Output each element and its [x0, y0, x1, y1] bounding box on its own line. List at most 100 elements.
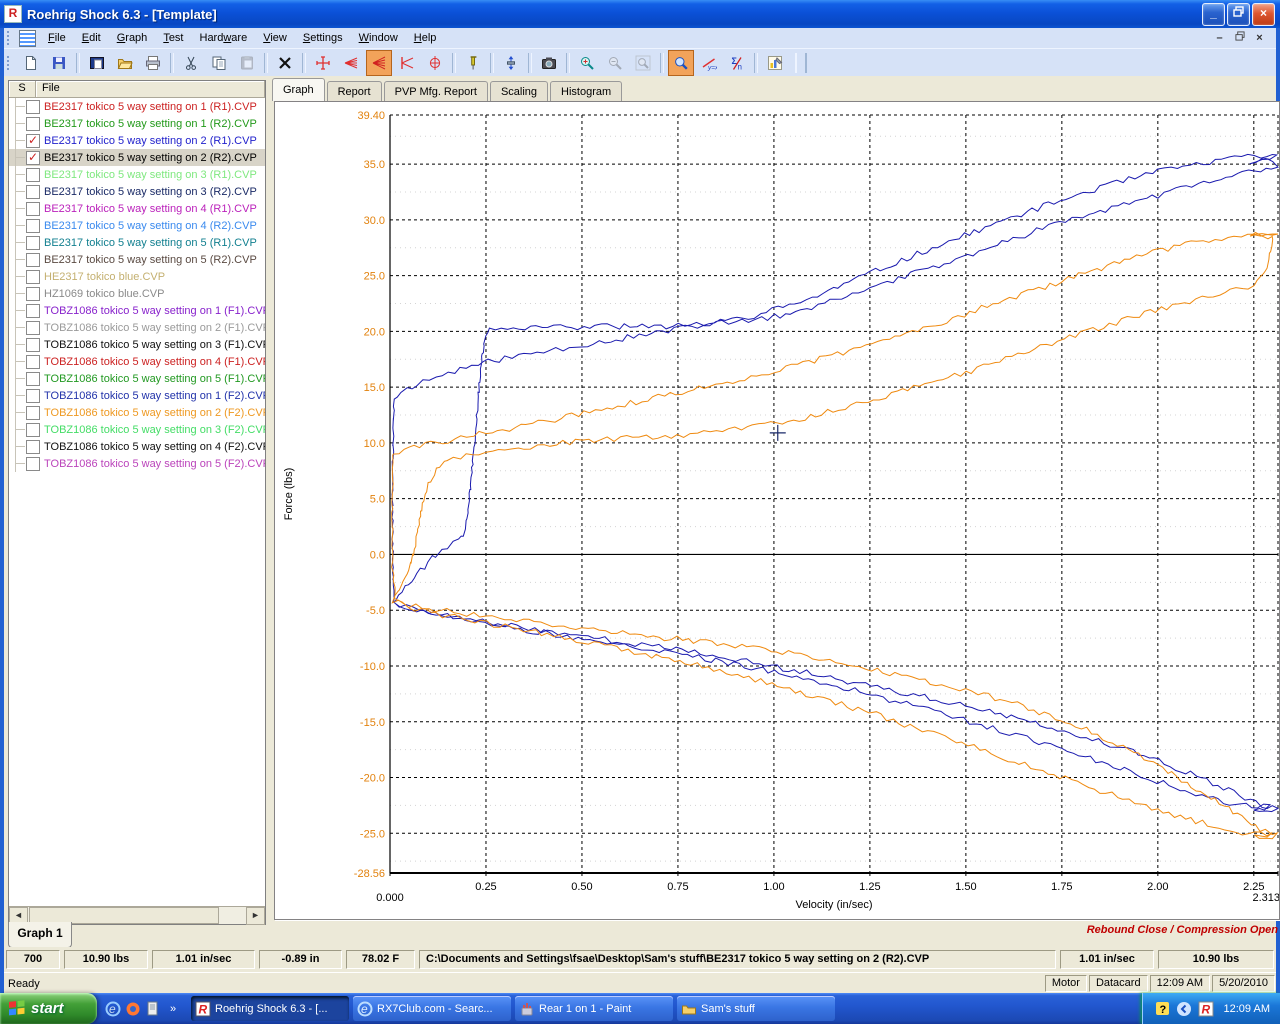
magnify-button[interactable]	[668, 50, 694, 76]
task-button[interactable]: RRoehrig Shock 6.3 - [...	[191, 996, 349, 1021]
minimize-button[interactable]: _	[1202, 3, 1225, 26]
task-button[interactable]: Sam's stuff	[677, 996, 835, 1021]
file-checkbox[interactable]	[26, 117, 40, 131]
zoom-out-button[interactable]	[602, 50, 628, 76]
menu-view[interactable]: View	[255, 30, 295, 46]
toolbar-overflow-grip[interactable]	[795, 53, 807, 73]
print-button[interactable]	[140, 50, 166, 76]
file-checkbox[interactable]	[26, 304, 40, 318]
curve-left-button[interactable]	[366, 50, 392, 76]
y-equals-x-button[interactable]: y=x	[696, 50, 722, 76]
file-checkbox[interactable]	[26, 355, 40, 369]
gain-slider-button[interactable]	[498, 50, 524, 76]
curve-flag-button[interactable]	[394, 50, 420, 76]
taskbar-clock[interactable]: 12:09 AM	[1224, 1003, 1270, 1015]
menu-help[interactable]: Help	[406, 30, 445, 46]
file-checkbox[interactable]	[26, 219, 40, 233]
mdi-restore-button[interactable]	[1231, 31, 1248, 46]
file-checkbox[interactable]	[26, 372, 40, 386]
menu-hardware[interactable]: Hardware	[192, 30, 256, 46]
mdi-document-icon[interactable]	[19, 30, 36, 47]
scroll-right-arrow[interactable]: ►	[246, 907, 265, 925]
file-checkbox[interactable]: ✓	[26, 134, 40, 148]
file-row[interactable]: TOBZ1086 tokico 5 way setting on 5 (F1).…	[9, 370, 265, 387]
save-button[interactable]	[46, 50, 72, 76]
file-checkbox[interactable]	[26, 287, 40, 301]
mdi-close-button[interactable]: ×	[1251, 31, 1268, 46]
internet-explorer-icon[interactable]: e	[103, 998, 123, 1020]
file-row[interactable]: HE2317 tokico blue.CVP	[9, 268, 265, 285]
sigma-n-button[interactable]: Σn	[724, 50, 750, 76]
file-row[interactable]: BE2317 tokico 5 way setting on 5 (R1).CV…	[9, 234, 265, 251]
curve-fan-button[interactable]	[338, 50, 364, 76]
file-row[interactable]: TOBZ1086 tokico 5 way setting on 1 (F1).…	[9, 302, 265, 319]
start-button[interactable]: start	[0, 993, 97, 1024]
menu-test[interactable]: Test	[155, 30, 191, 46]
help-badge-icon[interactable]: ?	[1155, 1001, 1170, 1016]
file-checkbox[interactable]	[26, 185, 40, 199]
zoom-data-button[interactable]	[574, 50, 600, 76]
file-row[interactable]: TOBZ1086 tokico 5 way setting on 4 (F2).…	[9, 438, 265, 455]
tab-scaling[interactable]: Scaling	[490, 81, 548, 101]
file-checkbox[interactable]	[26, 270, 40, 284]
file-checkbox[interactable]	[26, 423, 40, 437]
toolbar-grip[interactable]	[7, 56, 14, 70]
restore-button[interactable]	[1227, 3, 1250, 26]
file-checkbox[interactable]	[26, 338, 40, 352]
file-row[interactable]: BE2317 tokico 5 way setting on 3 (R1).CV…	[9, 166, 265, 183]
file-checkbox[interactable]	[26, 457, 40, 471]
close-button[interactable]: ×	[1252, 3, 1275, 26]
file-row[interactable]: BE2317 tokico 5 way setting on 1 (R1).CV…	[9, 98, 265, 115]
firefox-icon[interactable]	[123, 998, 143, 1020]
file-checkbox[interactable]	[26, 321, 40, 335]
paste-button[interactable]	[234, 50, 260, 76]
file-row[interactable]: BE2317 tokico 5 way setting on 1 (R2).CV…	[9, 115, 265, 132]
file-checkbox[interactable]: ✓	[26, 151, 40, 165]
shock-dyno-plot[interactable]: 39.4035.030.025.020.015.010.05.00.0-5.0-…	[275, 102, 1279, 919]
mdi-minimize-button[interactable]: –	[1211, 31, 1228, 46]
menubar-grip[interactable]	[7, 31, 14, 45]
tab-pvp-mfg-report[interactable]: PVP Mfg. Report	[384, 81, 488, 101]
file-row[interactable]: BE2317 tokico 5 way setting on 3 (R2).CV…	[9, 183, 265, 200]
roehrig-tray-icon[interactable]: R	[1198, 1001, 1214, 1017]
file-checkbox[interactable]	[26, 440, 40, 454]
quick-launch-overflow-chevron[interactable]: »	[163, 998, 183, 1020]
task-button[interactable]: Rear 1 on 1 - Paint	[515, 996, 673, 1021]
hide-icons-chevron[interactable]	[1176, 1001, 1192, 1017]
file-row[interactable]: BE2317 tokico 5 way setting on 4 (R2).CV…	[9, 217, 265, 234]
file-checkbox[interactable]	[26, 236, 40, 250]
file-checkbox[interactable]	[26, 253, 40, 267]
file-row[interactable]: BE2317 tokico 5 way setting on 4 (R1).CV…	[9, 200, 265, 217]
camera-button[interactable]	[536, 50, 562, 76]
file-row[interactable]: TOBZ1086 tokico 5 way setting on 3 (F1).…	[9, 336, 265, 353]
file-row[interactable]: TOBZ1086 tokico 5 way setting on 2 (F1).…	[9, 319, 265, 336]
delete-button[interactable]	[272, 50, 298, 76]
file-checkbox[interactable]	[26, 389, 40, 403]
file-checkbox[interactable]	[26, 406, 40, 420]
menu-file[interactable]: File	[40, 30, 74, 46]
file-row[interactable]: BE2317 tokico 5 way setting on 5 (R2).CV…	[9, 251, 265, 268]
crosshair-tool-button[interactable]	[310, 50, 336, 76]
document-icon[interactable]	[143, 998, 163, 1020]
tab-histogram[interactable]: Histogram	[550, 81, 622, 101]
file-row[interactable]: ✓BE2317 tokico 5 way setting on 2 (R1).C…	[9, 132, 265, 149]
file-checkbox[interactable]	[26, 202, 40, 216]
tab-report[interactable]: Report	[327, 81, 382, 101]
file-checkbox[interactable]	[26, 100, 40, 114]
file-row[interactable]: TOBZ1086 tokico 5 way setting on 5 (F2).…	[9, 455, 265, 472]
tab-graph[interactable]: Graph	[272, 78, 325, 101]
file-row[interactable]: TOBZ1086 tokico 5 way setting on 4 (F1).…	[9, 353, 265, 370]
bottom-tab-graph1[interactable]: Graph 1	[8, 922, 72, 948]
template-button[interactable]	[84, 50, 110, 76]
menu-window[interactable]: Window	[351, 30, 406, 46]
task-button[interactable]: eRX7Club.com - Searc...	[353, 996, 511, 1021]
file-row[interactable]: HZ1069 tokico blue.CVP	[9, 285, 265, 302]
file-row[interactable]: ✓BE2317 tokico 5 way setting on 2 (R2).C…	[9, 149, 265, 166]
open-folder-button[interactable]	[112, 50, 138, 76]
cut-button[interactable]	[178, 50, 204, 76]
column-header-file[interactable]: File	[36, 81, 265, 98]
circle-crosshair-button[interactable]	[422, 50, 448, 76]
new-document-button[interactable]	[18, 50, 44, 76]
file-row[interactable]: TOBZ1086 tokico 5 way setting on 3 (F2).…	[9, 421, 265, 438]
copy-button[interactable]	[206, 50, 232, 76]
